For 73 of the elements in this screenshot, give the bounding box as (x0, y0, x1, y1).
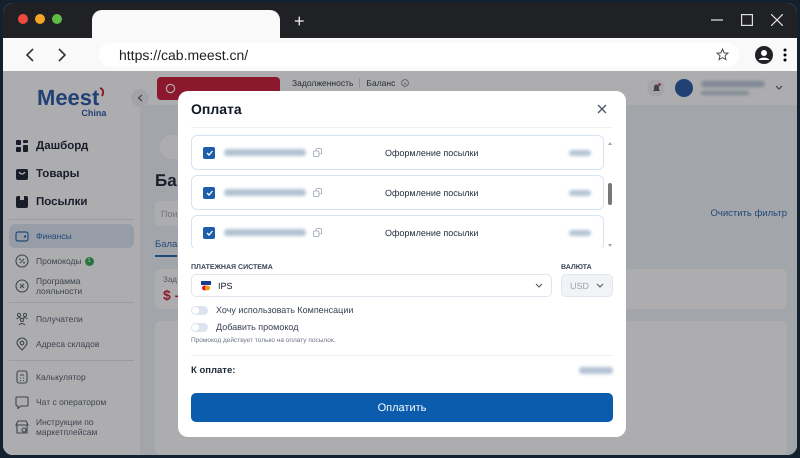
sidebar-item[interactable]: Получатели (9, 307, 134, 331)
info-icon (401, 79, 410, 87)
row-description: Оформление посылки (385, 188, 480, 198)
clear-filter-link[interactable]: Очистить фильтр (710, 208, 787, 219)
swoosh-icon (99, 87, 106, 97)
close-icon[interactable] (771, 14, 783, 26)
box-icon (15, 194, 29, 208)
sidebar-item[interactable]: Дашборд (9, 132, 134, 159)
total-label: К оплате: (191, 365, 236, 376)
check-icon (206, 190, 212, 196)
sidebar-item[interactable]: Товары (9, 160, 134, 187)
dialog-title: Оплата (191, 101, 243, 117)
balance-label: Баланс (365, 78, 396, 88)
bag-icon (15, 166, 29, 180)
close-button[interactable] (597, 104, 607, 114)
chevron-icon (535, 283, 543, 288)
collapse-button[interactable] (131, 89, 149, 107)
checkbox[interactable] (203, 186, 215, 198)
blurred-text (579, 367, 613, 374)
pay-button[interactable]: Оплатить (191, 393, 613, 422)
card-icon (200, 280, 212, 292)
bell-icon (652, 83, 660, 93)
sidebar-item[interactable]: Программа лояльности (9, 274, 134, 298)
percent-icon (15, 254, 29, 268)
avatar[interactable] (675, 79, 693, 97)
chevron-icon[interactable] (775, 85, 783, 91)
sidebar-item[interactable]: Инструкции по маркетплейсам (9, 415, 134, 439)
card-label: Зад (163, 275, 178, 284)
maximize-icon[interactable] (741, 14, 753, 26)
row-description: Оформление посылки (385, 228, 480, 238)
account-icon[interactable] (755, 46, 773, 64)
logo-subtitle: China (81, 108, 106, 118)
minimize-dot[interactable] (35, 14, 45, 24)
notification-button[interactable] (647, 79, 665, 97)
chevron-icon (596, 283, 604, 288)
toggle-label: Добавить промокод (216, 322, 298, 332)
toggle-switch[interactable] (191, 306, 208, 314)
check-icon (206, 150, 212, 156)
sidebar-item[interactable]: Финансы (9, 224, 134, 248)
checkbox[interactable] (203, 226, 215, 238)
chat-icon (15, 395, 29, 409)
store-icon (15, 420, 29, 434)
toggle-label: Хочу использовать Компенсации (216, 305, 354, 315)
debt-label: Задолженность (291, 78, 354, 88)
sidebar-item[interactable]: Посылки (9, 188, 134, 215)
sidebar-item[interactable]: Калькулятор (9, 365, 134, 389)
menu-icon[interactable] (783, 48, 787, 62)
logo-text: Meest (37, 87, 106, 109)
maximize-dot[interactable] (52, 14, 62, 24)
blurred-text (569, 150, 591, 156)
star-icon[interactable] (716, 48, 729, 61)
close-dot[interactable] (18, 14, 28, 24)
wallet-icon (15, 229, 29, 243)
close-icon (597, 104, 607, 114)
people-icon (15, 312, 29, 326)
new-tab-button[interactable]: + (280, 11, 305, 38)
blurred-text (569, 230, 591, 236)
page-heading: Ба (155, 171, 178, 191)
calculator-icon (15, 370, 29, 384)
checkbox[interactable] (203, 146, 215, 158)
grid-icon (15, 138, 29, 152)
payment-system-select[interactable]: IPS (191, 274, 552, 297)
address-bar[interactable]: https://cab.meest.cn/ (99, 42, 739, 66)
sidebar-item[interactable]: Чат с оператором (9, 390, 134, 414)
refresh-icon (165, 82, 176, 94)
chevron-icon (137, 94, 143, 102)
toggle-switch[interactable] (191, 322, 208, 332)
sidebar-item[interactable]: Адреса складов (9, 332, 134, 356)
check-icon (206, 230, 212, 236)
row-description: Оформление посылки (385, 148, 480, 158)
pin-icon (15, 337, 29, 351)
blurred-text (701, 81, 765, 87)
blurred-text (569, 190, 591, 196)
